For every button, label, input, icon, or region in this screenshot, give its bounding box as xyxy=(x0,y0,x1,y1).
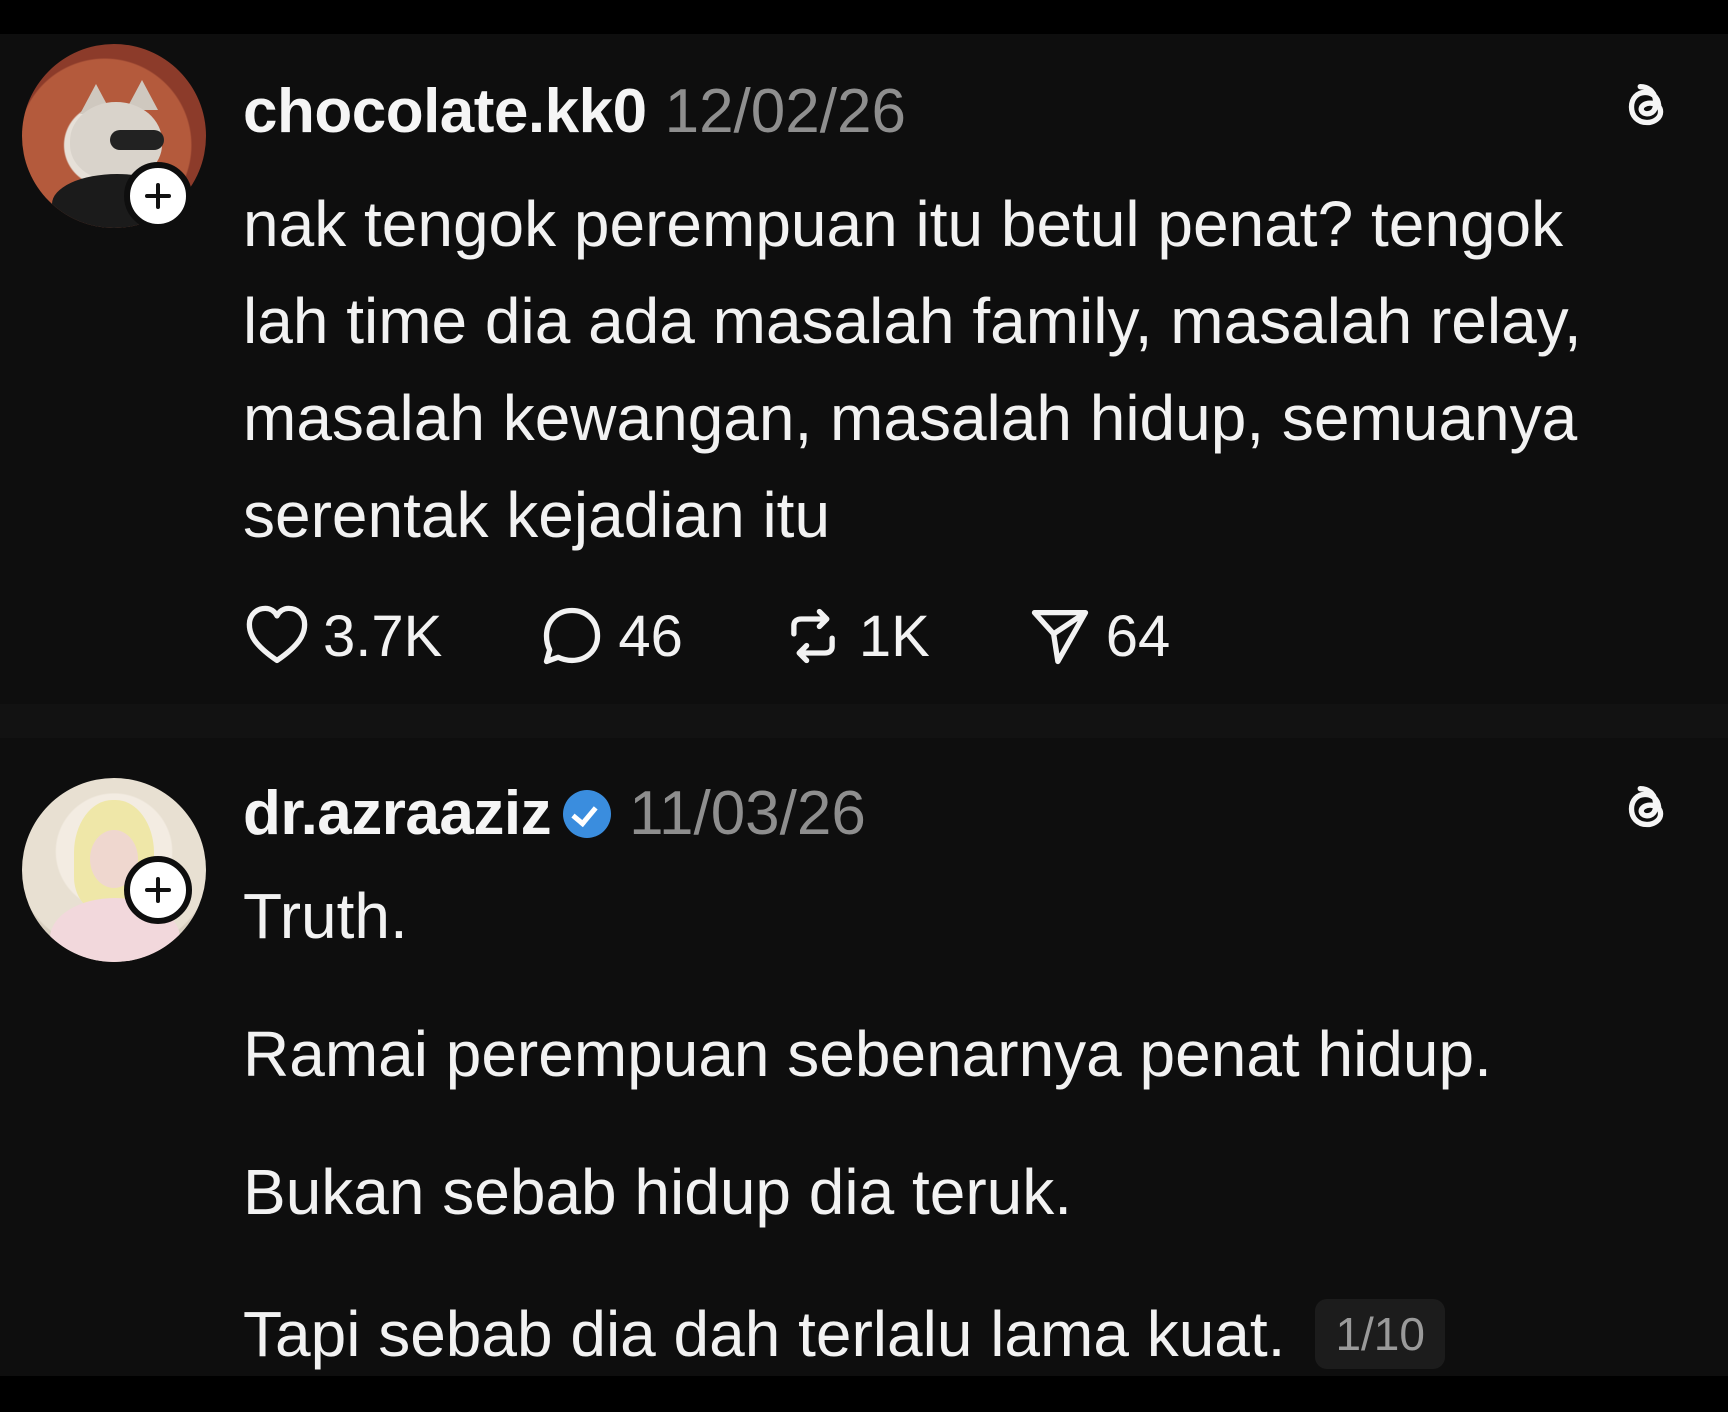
page-indicator: 1/10 xyxy=(1315,1299,1445,1369)
feed: chocolate.kk0 12/02/26 nak tengok peremp… xyxy=(0,34,1728,1376)
post-paragraph: Bukan sebab hidup dia teruk. xyxy=(243,1156,1073,1228)
post-paragraph-row: Tapi sebab dia dah terlalu lama kuat. 1/… xyxy=(243,1294,1445,1374)
follow-plus-button[interactable] xyxy=(124,162,192,230)
post-text: nak tengok perempuan itu betul penat? te… xyxy=(243,188,1582,551)
reply-button[interactable]: 46 xyxy=(538,602,683,670)
threads-icon[interactable] xyxy=(1616,76,1678,138)
post-date: 11/03/26 xyxy=(629,779,866,848)
post-paragraph: Ramai perempuan sebenarnya penat hidup. xyxy=(243,1018,1492,1090)
like-count: 3.7K xyxy=(323,603,443,669)
username-link[interactable]: chocolate.kk0 xyxy=(243,76,647,147)
follow-plus-button[interactable] xyxy=(124,856,192,924)
post-card[interactable]: chocolate.kk0 12/02/26 nak tengok peremp… xyxy=(0,34,1728,704)
post-card[interactable]: dr.azraaziz 11/03/26 Truth. Ramai peremp… xyxy=(0,738,1728,1376)
send-icon xyxy=(1031,609,1088,665)
post-paragraph: Tapi sebab dia dah terlalu lama kuat. xyxy=(243,1298,1286,1370)
reply-count: 46 xyxy=(618,603,683,669)
username-link[interactable]: dr.azraaziz xyxy=(243,778,552,849)
repost-icon xyxy=(791,608,835,664)
like-button[interactable]: 3.7K xyxy=(243,602,442,670)
post-header: dr.azraaziz 11/03/26 xyxy=(243,778,866,849)
verified-badge-icon xyxy=(563,789,612,838)
share-button[interactable]: 64 xyxy=(1026,602,1171,670)
comment-icon xyxy=(544,607,601,665)
post-header: chocolate.kk0 12/02/26 xyxy=(243,76,906,147)
repost-button[interactable]: 1K xyxy=(779,602,930,670)
post-actions: 3.7K 46 1K 64 xyxy=(243,602,1266,670)
share-count: 64 xyxy=(1105,603,1171,669)
repost-count: 1K xyxy=(858,603,930,669)
heart-icon xyxy=(246,605,308,664)
divider xyxy=(0,704,1728,738)
post-date: 12/02/26 xyxy=(664,77,906,146)
post-paragraph: Truth. xyxy=(243,880,408,952)
threads-icon[interactable] xyxy=(1616,778,1678,840)
